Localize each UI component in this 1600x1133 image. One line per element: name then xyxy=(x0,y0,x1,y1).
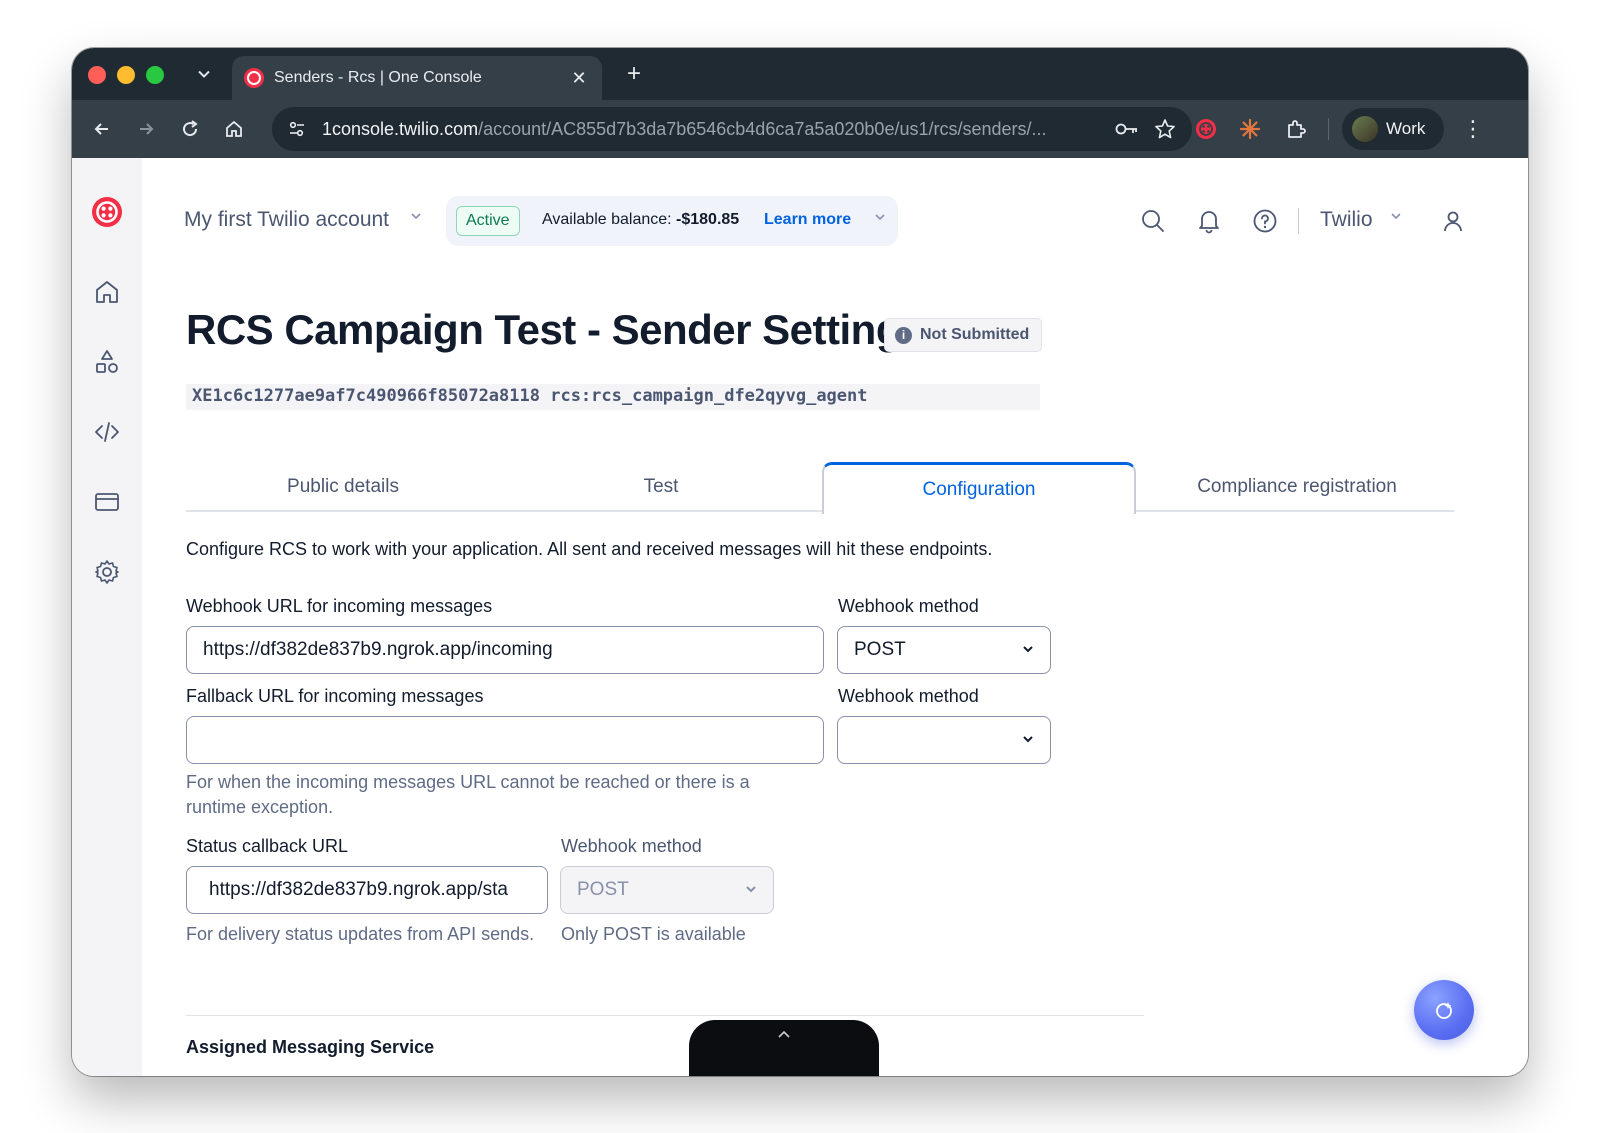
back-arrow-icon[interactable] xyxy=(88,115,116,143)
sidebar xyxy=(72,158,142,1076)
account-status-badge: Active xyxy=(456,206,520,236)
settings-tabs: Public details Test Configuration Compli… xyxy=(186,462,1454,514)
status-callback-method-label: Webhook method xyxy=(561,836,702,856)
fallback-url-help: For when the incoming messages URL canno… xyxy=(186,772,750,817)
address-bar[interactable]: 1console.twilio.com/account/AC855d7b3da7… xyxy=(272,107,1192,151)
notifications-bell-icon[interactable] xyxy=(1194,206,1224,236)
chevron-down-icon xyxy=(746,886,756,893)
fallback-url-label: Fallback URL for incoming messages xyxy=(186,686,484,706)
tab-test[interactable]: Test xyxy=(504,462,818,512)
incoming-webhook-method-label: Webhook method xyxy=(838,596,979,616)
twilio-favicon-icon xyxy=(244,68,264,88)
account-switcher[interactable]: My first Twilio account xyxy=(184,208,389,232)
fallback-webhook-method-select[interactable] xyxy=(837,716,1051,764)
browser-tab-title: Senders - Rcs | One Console xyxy=(274,69,482,86)
browser-window: Senders - Rcs | One Console ✕ + 1console… xyxy=(72,48,1528,1076)
status-callback-url-input[interactable]: https://df382de837b9.ngrok.app/sta xyxy=(186,866,548,914)
organization-switcher[interactable]: Twilio xyxy=(1320,208,1373,232)
sidebar-billing-card-icon[interactable] xyxy=(89,484,125,520)
account-balance-pill: Active Available balance: -$180.85 Learn… xyxy=(446,196,898,246)
topbar-divider xyxy=(1298,208,1299,234)
fallback-url-input[interactable] xyxy=(186,716,824,764)
twilio-logo-icon[interactable] xyxy=(91,196,123,228)
balance-value: -$180.85 xyxy=(676,211,740,228)
close-tab-icon[interactable]: ✕ xyxy=(568,68,590,89)
assigned-messaging-service-heading: Assigned Messaging Service xyxy=(186,1037,435,1057)
profile-avatar xyxy=(1352,116,1378,142)
tab-strip: Senders - Rcs | One Console ✕ + xyxy=(72,48,1528,100)
chevron-down-icon xyxy=(1023,646,1033,653)
assistant-sparkle-icon xyxy=(1436,1002,1452,1019)
profile-label: Work xyxy=(1386,119,1426,138)
toolbar-divider xyxy=(1328,118,1329,140)
bookmark-star-icon[interactable] xyxy=(1152,116,1178,142)
user-profile-icon[interactable] xyxy=(1438,206,1468,236)
balance-text: Available balance: -$180.85 xyxy=(542,211,739,229)
sidebar-settings-gear-icon[interactable] xyxy=(89,554,125,590)
password-key-icon[interactable] xyxy=(1114,116,1140,142)
status-callback-method-help: Only POST is available xyxy=(561,924,746,944)
configuration-description: Configure RCS to work with your applicat… xyxy=(186,539,993,559)
incoming-webhook-method-select[interactable]: POST xyxy=(837,626,1051,674)
tab-search-chevron-down-icon[interactable] xyxy=(192,62,216,86)
sidebar-home-icon[interactable] xyxy=(89,274,125,310)
url-host: 1console.twilio.com xyxy=(322,118,479,139)
org-chevron-down-icon[interactable] xyxy=(1390,210,1402,225)
ai-assistant-button[interactable] xyxy=(1414,980,1474,1040)
sparkle-extension-icon[interactable] xyxy=(1236,115,1264,143)
home-icon[interactable] xyxy=(220,115,248,143)
status-callback-method-value: POST xyxy=(577,879,629,900)
fallback-webhook-method-label: Webhook method xyxy=(838,686,979,706)
page-title: RCS Campaign Test - Sender Settings xyxy=(186,306,924,353)
status-callback-url-label: Status callback URL xyxy=(186,836,349,856)
status-callback-method-select: POST xyxy=(560,866,774,914)
profile-button[interactable]: Work xyxy=(1342,108,1444,150)
close-window-button[interactable] xyxy=(88,66,106,84)
site-settings-tune-icon[interactable] xyxy=(286,118,308,140)
tab-public-details[interactable]: Public details xyxy=(186,462,500,512)
address-url: 1console.twilio.com/account/AC855d7b3da7… xyxy=(322,119,1102,140)
balance-chevron-down-icon[interactable] xyxy=(874,211,886,226)
url-path: /account/AC855d7b3da7b6546cb4d6ca7a5a020… xyxy=(478,118,1047,139)
search-icon[interactable] xyxy=(1138,206,1168,236)
incoming-webhook-method-value: POST xyxy=(854,639,906,660)
sender-sid: XE1c6c1277ae9af7c490966f85072a8118 rcs:r… xyxy=(186,384,1040,410)
sidebar-code-icon[interactable] xyxy=(89,414,125,450)
chevron-down-icon xyxy=(1023,736,1033,743)
browser-tab-active[interactable]: Senders - Rcs | One Console ✕ xyxy=(232,56,602,100)
bottom-drawer-handle[interactable] xyxy=(689,1020,879,1076)
help-question-icon[interactable] xyxy=(1250,206,1280,236)
browser-toolbar: 1console.twilio.com/account/AC855d7b3da7… xyxy=(72,100,1528,158)
tab-configuration[interactable]: Configuration xyxy=(822,462,1136,514)
balance-label: Available balance: xyxy=(542,211,677,228)
tab-compliance-registration[interactable]: Compliance registration xyxy=(1140,462,1454,512)
submission-status-text: Not Submitted xyxy=(920,326,1030,343)
sidebar-products-shapes-icon[interactable] xyxy=(89,344,125,380)
extensions-puzzle-icon[interactable] xyxy=(1282,115,1310,143)
status-callback-help: For delivery status updates from API sen… xyxy=(186,924,535,944)
twilio-extension-icon[interactable] xyxy=(1192,115,1220,143)
console-topbar: My first Twilio account Active Available… xyxy=(184,196,1464,248)
submission-status-badge: i Not Submitted xyxy=(884,318,1043,352)
incoming-webhook-url-input[interactable]: https://df382de837b9.ngrok.app/incoming xyxy=(186,626,824,674)
info-icon: i xyxy=(895,326,912,344)
browser-menu-dots-icon[interactable]: ⋮ xyxy=(1462,115,1484,143)
reload-icon[interactable] xyxy=(176,115,204,143)
chevron-up-icon xyxy=(778,1030,790,1038)
learn-more-link[interactable]: Learn more xyxy=(764,211,851,229)
section-divider xyxy=(186,1015,1144,1016)
forward-arrow-icon[interactable] xyxy=(132,115,160,143)
minimize-window-button[interactable] xyxy=(117,66,135,84)
account-chevron-down-icon[interactable] xyxy=(410,210,422,225)
console-page: My first Twilio account Active Available… xyxy=(72,158,1528,1076)
new-tab-plus-icon[interactable]: + xyxy=(620,60,648,88)
incoming-webhook-url-label: Webhook URL for incoming messages xyxy=(186,596,493,616)
maximize-window-button[interactable] xyxy=(146,66,164,84)
